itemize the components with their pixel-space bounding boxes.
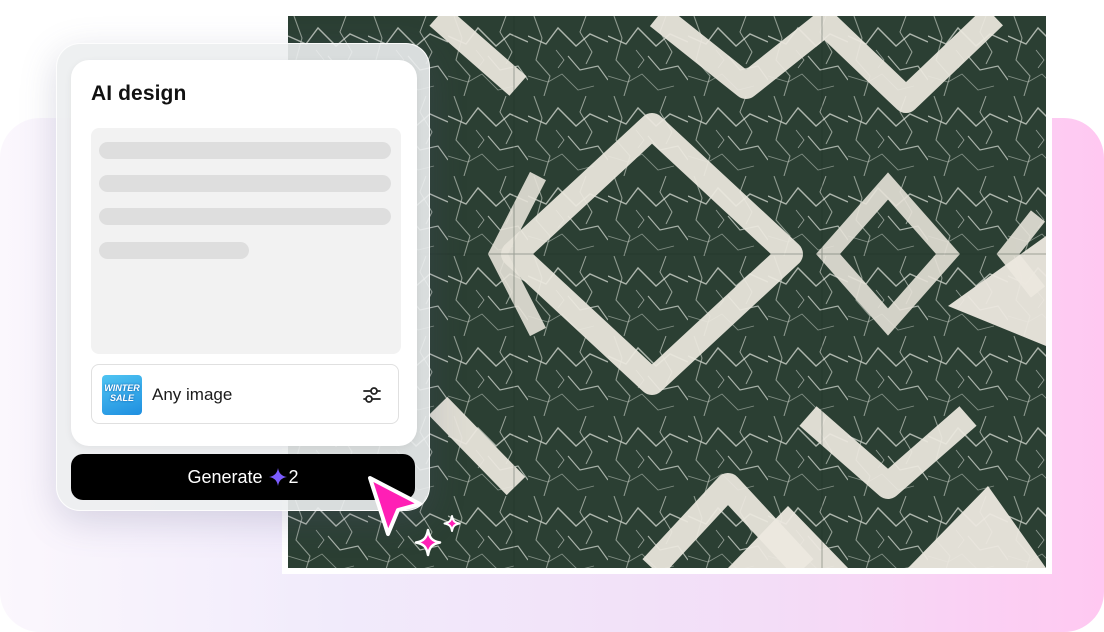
prompt-skeleton-line (99, 142, 391, 159)
thumbnail-text: WINTER SALE (104, 383, 140, 403)
winter-sale-thumbnail: WINTER SALE (102, 375, 142, 415)
prompt-skeleton-line (99, 208, 391, 225)
generate-button-label: Generate (187, 466, 263, 487)
stage: AI design WINTER SALE Any image Generate… (0, 0, 1104, 632)
ai-design-panel: AI design WINTER SALE Any image Generate… (56, 43, 430, 511)
prompt-skeleton-line (99, 175, 391, 192)
ai-design-card: AI design WINTER SALE Any image (71, 60, 417, 446)
generate-button[interactable]: Generate 2 (71, 454, 415, 500)
image-type-label: Any image (152, 385, 233, 404)
panel-title: AI design (91, 82, 187, 105)
prompt-skeleton-line (99, 242, 249, 259)
prompt-input[interactable] (91, 128, 401, 354)
sparkle-icon (268, 468, 287, 486)
image-type-selector[interactable]: WINTER SALE Any image (91, 364, 399, 424)
credit-count: 2 (288, 466, 299, 487)
sparkles-icon (414, 515, 461, 557)
sliders-icon[interactable] (360, 383, 384, 407)
